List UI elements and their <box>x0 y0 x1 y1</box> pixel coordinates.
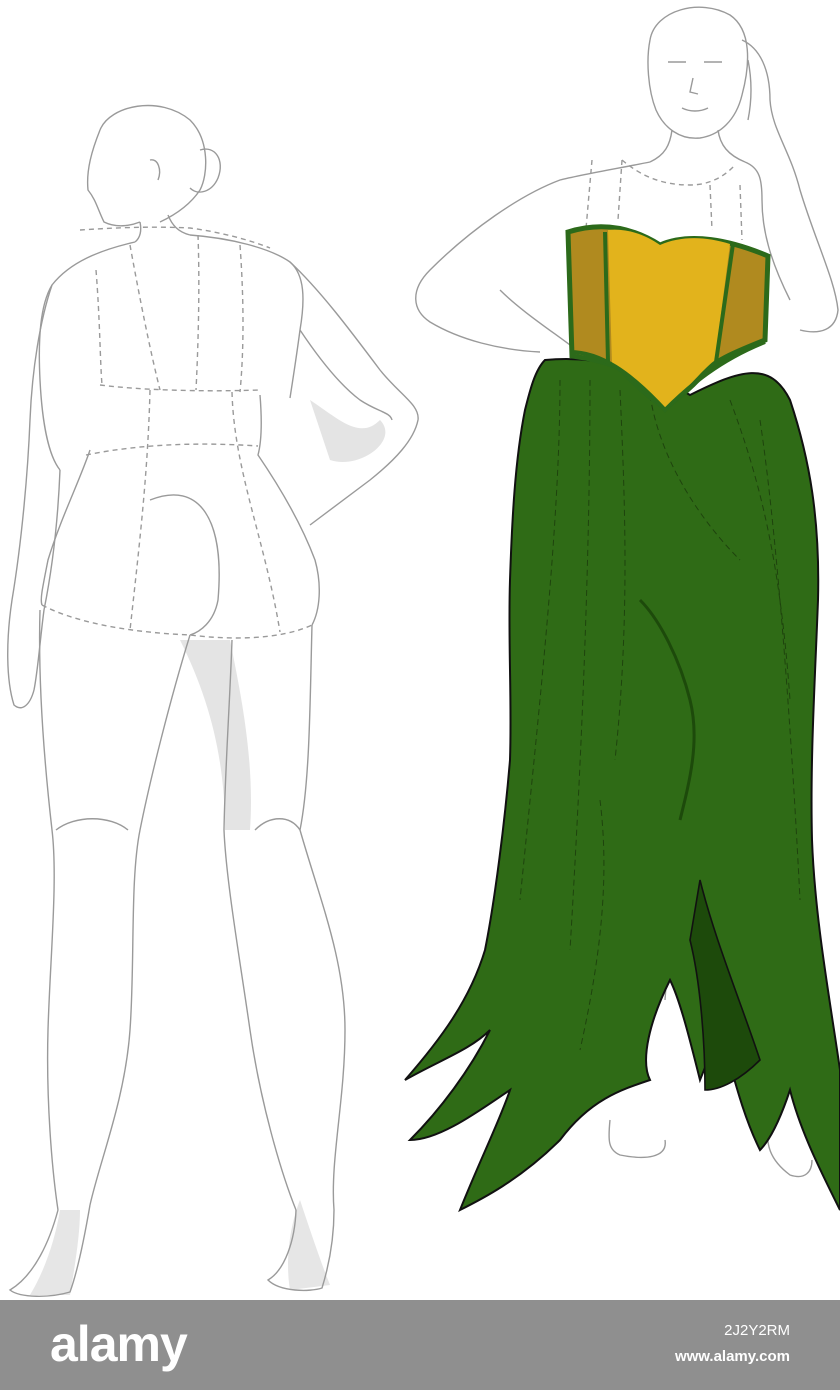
back-view-figure <box>7 104 419 1297</box>
alamy-logo: alamy <box>50 1316 188 1372</box>
site-url-label: www.alamy.com <box>674 1348 790 1365</box>
fashion-illustration <box>0 0 840 1300</box>
dress-skirt <box>404 358 840 1213</box>
image-id-label: 2J2Y2RM <box>724 1322 790 1339</box>
watermark-bar: alamy 2J2Y2RM www.alamy.com <box>0 1300 840 1390</box>
